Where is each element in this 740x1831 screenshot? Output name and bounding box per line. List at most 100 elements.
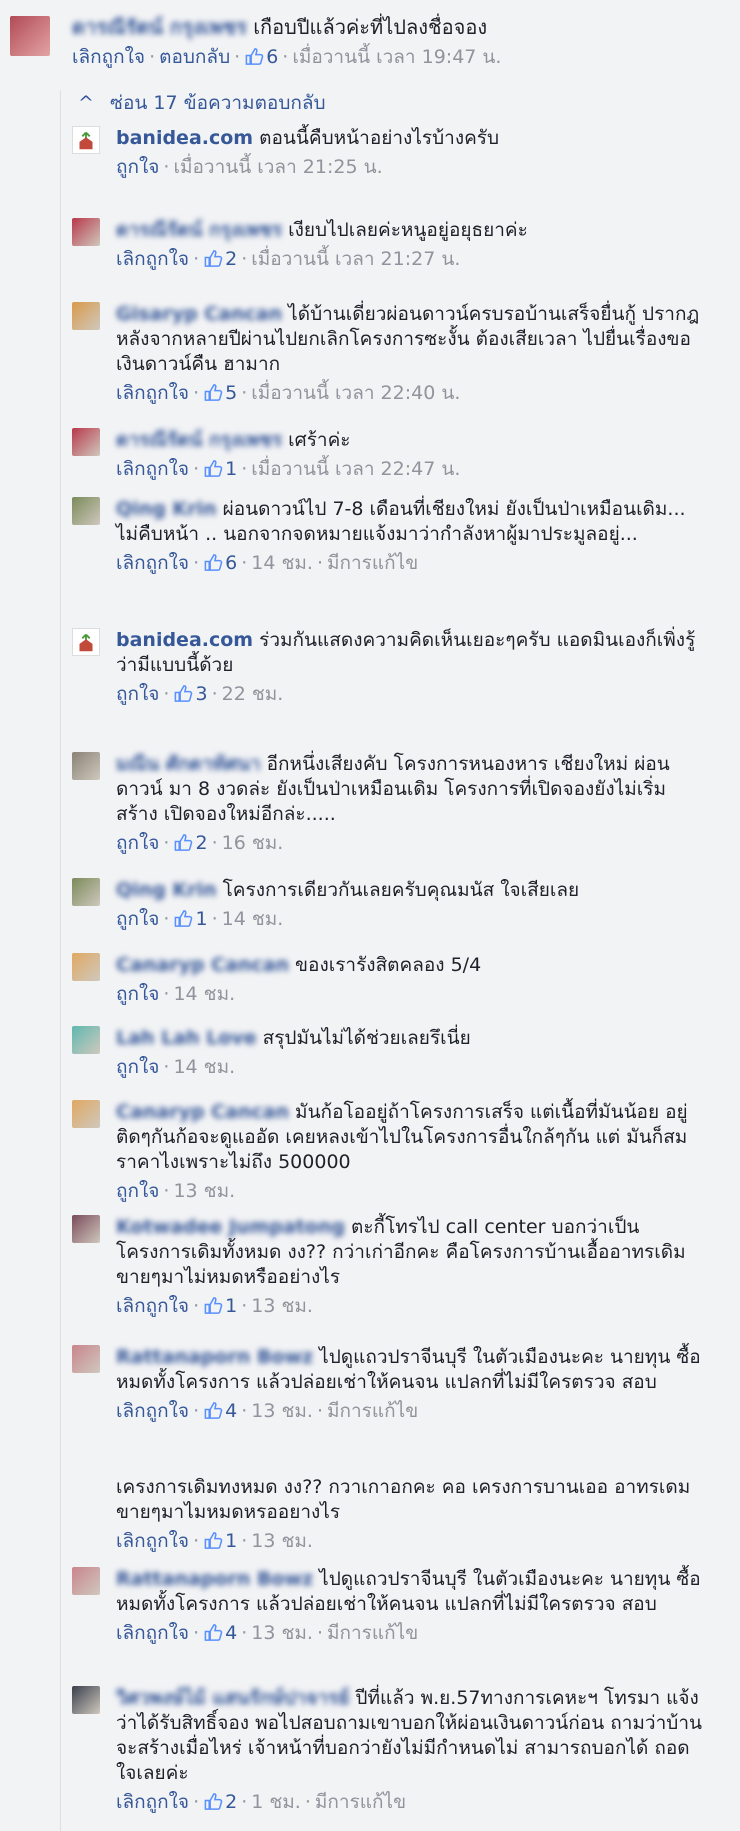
thumbs-up-icon[interactable] [203,1401,223,1420]
hide-replies-link[interactable]: ^ ซ่อน 17 ข้อความตอบกลับ [78,88,326,118]
avatar[interactable] [72,497,100,525]
timestamp-cont[interactable]: เวลา 21:25 น. [257,156,382,178]
like-count[interactable]: 6 [266,46,278,68]
like-count[interactable]: 2 [225,1791,237,1813]
like-count[interactable]: 6 [225,552,237,574]
thumbs-up-icon[interactable] [244,47,264,66]
comment-author[interactable]: Canaryp Cancan [116,954,289,976]
avatar[interactable] [72,1026,100,1054]
timestamp[interactable]: 14 ชม. [222,908,284,930]
like-link[interactable]: เลิกถูกใจ [116,1791,189,1813]
timestamp[interactable]: 13 ชม. [251,1622,313,1644]
like-link[interactable]: ถูกใจ [116,832,159,854]
avatar[interactable] [72,1686,100,1714]
like-count[interactable]: 3 [195,683,207,705]
comment-author[interactable]: Rattanaporn Bowz [116,1346,313,1368]
avatar[interactable] [72,1215,100,1243]
timestamp-cont[interactable]: ชม. [252,683,283,705]
timestamp[interactable]: 13 ชม. [251,1530,313,1552]
timestamp[interactable]: 16 ชม. [222,832,284,854]
timestamp[interactable]: 13 ชม. [251,1295,313,1317]
timestamp[interactable]: เมื่อวานนี้ [173,156,251,178]
timestamp[interactable]: 1 ชม. [251,1791,301,1813]
thumbs-up-icon[interactable] [203,459,223,478]
like-link[interactable]: ถูกใจ [116,1056,159,1078]
like-count[interactable]: 1 [225,1295,237,1317]
avatar[interactable] [72,218,100,246]
edited-label[interactable]: มีการแก้ไข [327,1400,418,1422]
thumbs-up-icon[interactable] [203,1296,223,1315]
comment-author[interactable]: ดารณีรัตน์ กรุงเพชร [116,429,282,451]
avatar[interactable] [72,878,100,906]
like-link[interactable]: เลิกถูกใจ [116,382,189,404]
timestamp[interactable]: 14 ชม. [173,1056,235,1078]
comment-author[interactable]: banidea.com [116,127,253,149]
avatar[interactable] [72,752,100,780]
comment-author[interactable]: Qing Krin [116,498,217,520]
avatar[interactable] [72,1100,100,1128]
like-count[interactable]: 1 [225,458,237,480]
like-count[interactable]: 4 [225,1400,237,1422]
comment-author[interactable]: มณีน ศักดาทัศนา [116,753,261,775]
comment-author[interactable]: ดารณีรัตน์ กรุงเพชร [116,219,282,241]
edited-label[interactable]: มีการแก้ไข [327,1622,418,1644]
like-link[interactable]: ถูกใจ [116,908,159,930]
comment-author[interactable]: Canaryp Cancan [116,1101,289,1123]
avatar[interactable] [72,953,100,981]
timestamp[interactable]: 14 ชม. [251,552,313,574]
comment-author[interactable]: banidea.com [116,629,253,651]
edited-label[interactable]: มีการแก้ไข [327,552,418,574]
thumbs-up-icon[interactable] [203,383,223,402]
timestamp[interactable]: เมื่อวานนี้ เวลา 21:27 น. [251,248,460,270]
thumbs-up-icon[interactable] [173,909,193,928]
timestamp[interactable]: 13 ชม. [173,1180,235,1202]
timestamp[interactable]: เมื่อวานนี้ เวลา 19:47 น. [292,46,501,68]
like-link[interactable]: เลิกถูกใจ [116,248,189,270]
like-count[interactable]: 2 [195,832,207,854]
like-link[interactable]: เลิกถูกใจ [116,458,189,480]
like-link[interactable]: เลิกถูกใจ [116,552,189,574]
thumbs-up-icon[interactable] [173,684,193,703]
comment-author[interactable]: Rattanaporn Bowz [116,1568,313,1590]
like-link[interactable]: เลิกถูกใจ [116,1530,189,1552]
avatar[interactable] [72,1345,100,1373]
like-link[interactable]: ถูกใจ [116,156,159,178]
like-count[interactable]: 5 [225,382,237,404]
like-count[interactable]: 1 [225,1530,237,1552]
thumbs-up-icon[interactable] [173,833,193,852]
page-avatar[interactable] [72,126,100,154]
avatar[interactable] [72,428,100,456]
comment-author[interactable]: วิศวพงษ์ไม้ แสนรักษ์ปาจารย์ [116,1687,349,1709]
reply-link[interactable]: ตอบกลับ [159,46,230,68]
thumbs-up-icon[interactable] [203,1623,223,1642]
thumbs-up-icon[interactable] [203,1531,223,1550]
thumbs-up-icon[interactable] [203,1792,223,1811]
timestamp[interactable]: 22 [222,683,246,705]
avatar[interactable] [72,302,100,330]
like-link[interactable]: ถูกใจ [116,983,159,1005]
like-count[interactable]: 1 [195,908,207,930]
edited-label[interactable]: มีการแก้ไข [315,1791,406,1813]
comment-author[interactable]: Lah Lah Love [116,1027,257,1049]
like-link[interactable]: เลิกถูกใจ [116,1400,189,1422]
thumbs-up-icon[interactable] [203,249,223,268]
timestamp[interactable]: เมื่อวานนี้ เวลา 22:47 น. [251,458,460,480]
thumbs-up-icon[interactable] [203,553,223,572]
timestamp[interactable]: 13 ชม. [251,1400,313,1422]
comment-author[interactable]: Gisaryp Cancan [116,303,282,325]
like-link[interactable]: ถูกใจ [116,1180,159,1202]
comment-author[interactable]: Qing Krin [116,879,217,901]
avatar[interactable] [72,1567,100,1595]
like-count[interactable]: 2 [225,248,237,270]
like-count[interactable]: 4 [225,1622,237,1644]
avatar[interactable] [10,16,50,56]
unlike-link[interactable]: เลิกถูกใจ [72,46,145,68]
like-link[interactable]: ถูกใจ [116,683,159,705]
comment-author[interactable]: Kotwadee Jumpatong [116,1216,345,1238]
page-avatar[interactable] [72,628,100,656]
timestamp[interactable]: เมื่อวานนี้ เวลา 22:40 น. [251,382,460,404]
timestamp[interactable]: 14 ชม. [173,983,235,1005]
like-link[interactable]: เลิกถูกใจ [116,1622,189,1644]
comment-author[interactable]: ดารณีรัตน์ กรุงเพชร [72,15,247,39]
like-link[interactable]: เลิกถูกใจ [116,1295,189,1317]
